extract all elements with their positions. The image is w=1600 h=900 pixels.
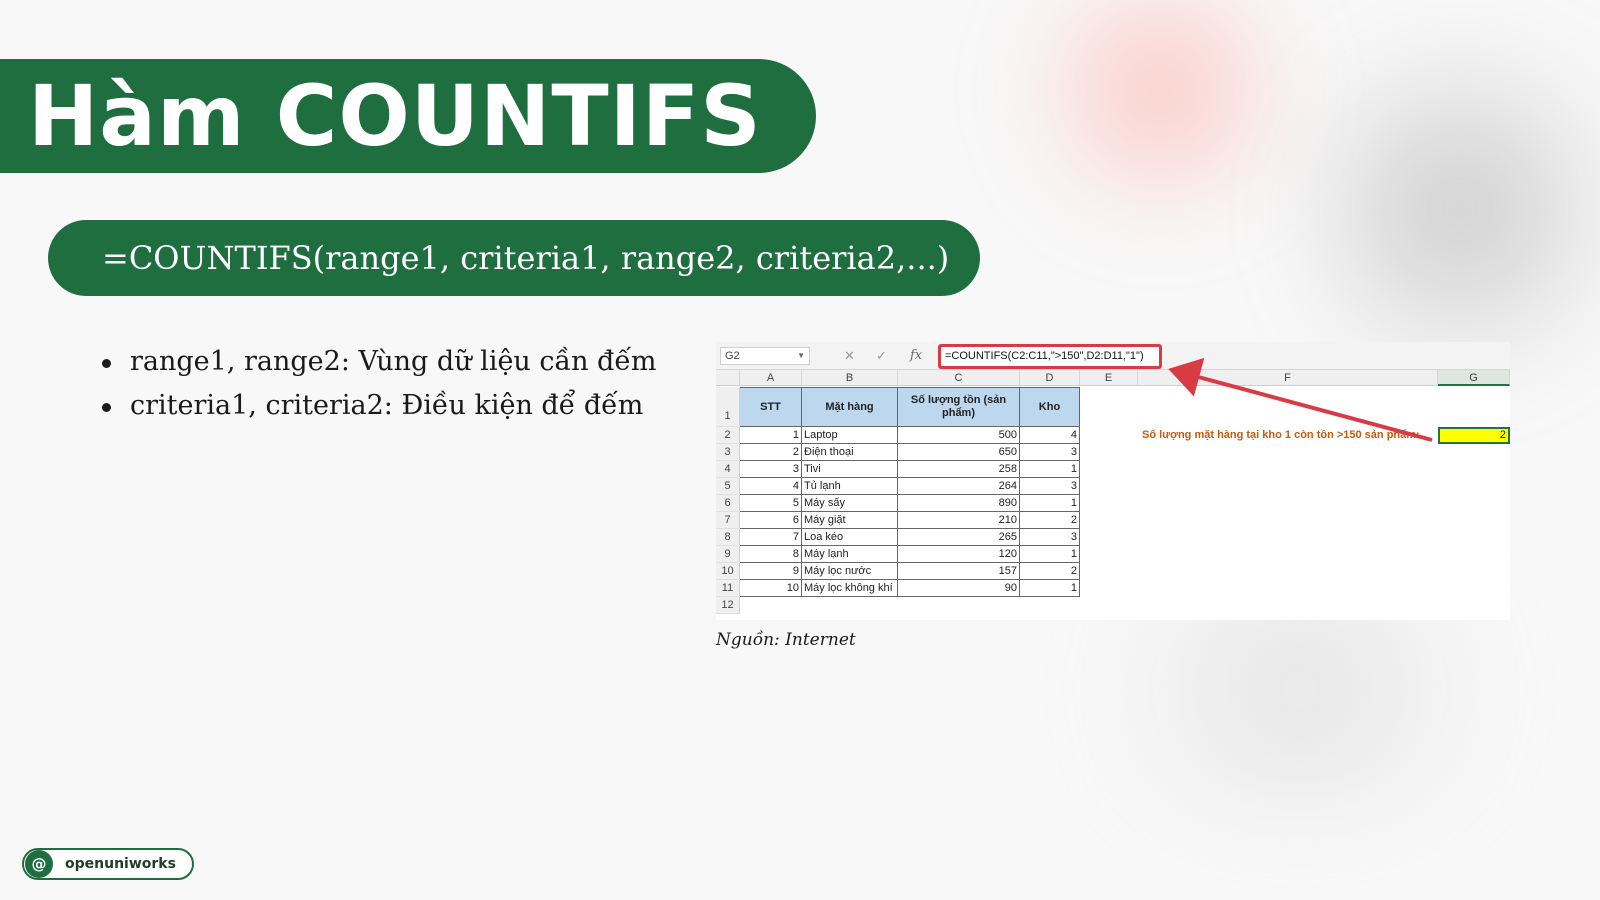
row-header-7[interactable]: 7 (716, 512, 740, 529)
table-cell-stt[interactable]: 10 (740, 580, 802, 597)
table-cell-stt[interactable]: 7 (740, 529, 802, 546)
criteria-note: Số lượng mặt hàng tại kho 1 còn tồn >150… (1142, 429, 1420, 441)
image-caption: Nguồn: Internet (716, 630, 856, 650)
slide-title: Hàm COUNTIFS (28, 67, 762, 165)
logo-text: openuniworks (65, 856, 176, 872)
table-cell-stt[interactable]: 8 (740, 546, 802, 563)
table-cell-qty[interactable]: 264 (898, 478, 1020, 495)
table-cell-stt[interactable]: 5 (740, 495, 802, 512)
excel-screenshot: G2 ▼ ✕ ✓ fx =COUNTIFS(C2:C11,">150",D2:D… (716, 342, 1510, 620)
table-cell-kho[interactable]: 3 (1020, 529, 1080, 546)
syntax-formula: =COUNTIFS(range1, criteria1, range2, cri… (102, 239, 950, 277)
select-all-corner[interactable] (716, 370, 740, 386)
table-cell-kho[interactable]: 3 (1020, 444, 1080, 461)
table-cell-kho[interactable]: 1 (1020, 580, 1080, 597)
table-cell-stt[interactable]: 1 (740, 427, 802, 444)
table-cell-stt[interactable]: 6 (740, 512, 802, 529)
column-header-c[interactable]: C (898, 370, 1020, 386)
table-cell-item[interactable]: Laptop (802, 427, 898, 444)
table-cell-qty[interactable]: 265 (898, 529, 1020, 546)
table-cell-stt[interactable]: 9 (740, 563, 802, 580)
table-cell-kho[interactable]: 2 (1020, 512, 1080, 529)
table-cell-item[interactable]: Tivi (802, 461, 898, 478)
check-icon[interactable]: ✓ (876, 347, 887, 365)
table-cell-qty[interactable]: 500 (898, 427, 1020, 444)
row-header-2[interactable]: 2 (716, 427, 740, 444)
table-header-qty: Số lượng tồn (sản phẩm) (898, 387, 1020, 427)
chevron-down-icon[interactable]: ▼ (797, 348, 805, 364)
table-cell-item[interactable]: Máy lọc không khí (802, 580, 898, 597)
table-cell-kho[interactable]: 2 (1020, 563, 1080, 580)
row-header-6[interactable]: 6 (716, 495, 740, 512)
row-header-10[interactable]: 10 (716, 563, 740, 580)
table-cell-kho[interactable]: 1 (1020, 461, 1080, 478)
bullet-list: range1, range2: Vùng dữ liệu cần đếm cri… (102, 340, 657, 428)
table-cell-qty[interactable]: 120 (898, 546, 1020, 563)
table-cell-kho[interactable]: 1 (1020, 495, 1080, 512)
brand-logo[interactable]: @ openuniworks (22, 848, 194, 880)
table-cell-stt[interactable]: 4 (740, 478, 802, 495)
row-header-12[interactable]: 12 (716, 597, 740, 614)
bullet-item: range1, range2: Vùng dữ liệu cần đếm (102, 340, 657, 384)
row-header-5[interactable]: 5 (716, 478, 740, 495)
name-box-value: G2 (725, 350, 740, 362)
at-icon: @ (25, 850, 53, 878)
row-header-4[interactable]: 4 (716, 461, 740, 478)
column-header-d[interactable]: D (1020, 370, 1080, 386)
table-cell-stt[interactable]: 3 (740, 461, 802, 478)
row-header-8[interactable]: 8 (716, 529, 740, 546)
title-banner: Hàm COUNTIFS (0, 59, 816, 173)
formula-bar: G2 ▼ ✕ ✓ fx =COUNTIFS(C2:C11,">150",D2:D… (716, 342, 1510, 370)
row-header-9[interactable]: 9 (716, 546, 740, 563)
table-cell-kho[interactable]: 4 (1020, 427, 1080, 444)
name-box[interactable]: G2 ▼ (720, 347, 810, 365)
table-header-warehouse: Kho (1020, 387, 1080, 427)
table-cell-item[interactable]: Tủ lạnh (802, 478, 898, 495)
table-header-stt: STT (740, 387, 802, 427)
table-cell-item[interactable]: Máy sấy (802, 495, 898, 512)
row-header-3[interactable]: 3 (716, 444, 740, 461)
cancel-icon[interactable]: ✕ (844, 347, 855, 365)
table-cell-qty[interactable]: 890 (898, 495, 1020, 512)
table-cell-qty[interactable]: 258 (898, 461, 1020, 478)
table-header-item: Mặt hàng (802, 387, 898, 427)
table-cell-item[interactable]: Máy lạnh (802, 546, 898, 563)
table-cell-qty[interactable]: 157 (898, 563, 1020, 580)
formula-input[interactable]: =COUNTIFS(C2:C11,">150",D2:D11,"1") (938, 344, 1162, 369)
column-header-a[interactable]: A (740, 370, 802, 386)
bullet-item: criteria1, criteria2: Điều kiện để đếm (102, 384, 657, 428)
table-cell-qty[interactable]: 90 (898, 580, 1020, 597)
table-cell-qty[interactable]: 650 (898, 444, 1020, 461)
result-cell[interactable]: 2 (1438, 427, 1510, 444)
column-header-f[interactable]: F (1138, 370, 1438, 386)
background-blur (1000, 0, 1320, 220)
column-header-b[interactable]: B (802, 370, 898, 386)
table-cell-item[interactable]: Loa kéo (802, 529, 898, 546)
table-cell-stt[interactable]: 2 (740, 444, 802, 461)
column-header-e[interactable]: E (1080, 370, 1138, 386)
function-icon[interactable]: fx (910, 347, 922, 365)
table-cell-item[interactable]: Máy lọc nước (802, 563, 898, 580)
table-cell-qty[interactable]: 210 (898, 512, 1020, 529)
row-header-11[interactable]: 11 (716, 580, 740, 597)
column-header-g[interactable]: G (1438, 370, 1510, 386)
table-cell-item[interactable]: Điện thoại (802, 444, 898, 461)
table-cell-item[interactable]: Máy giặt (802, 512, 898, 529)
table-cell-kho[interactable]: 1 (1020, 546, 1080, 563)
table-cell-kho[interactable]: 3 (1020, 478, 1080, 495)
row-header-1[interactable]: 1 (716, 387, 740, 427)
syntax-pill: =COUNTIFS(range1, criteria1, range2, cri… (48, 220, 980, 296)
formula-text: =COUNTIFS(C2:C11,">150",D2:D11,"1") (945, 350, 1144, 362)
